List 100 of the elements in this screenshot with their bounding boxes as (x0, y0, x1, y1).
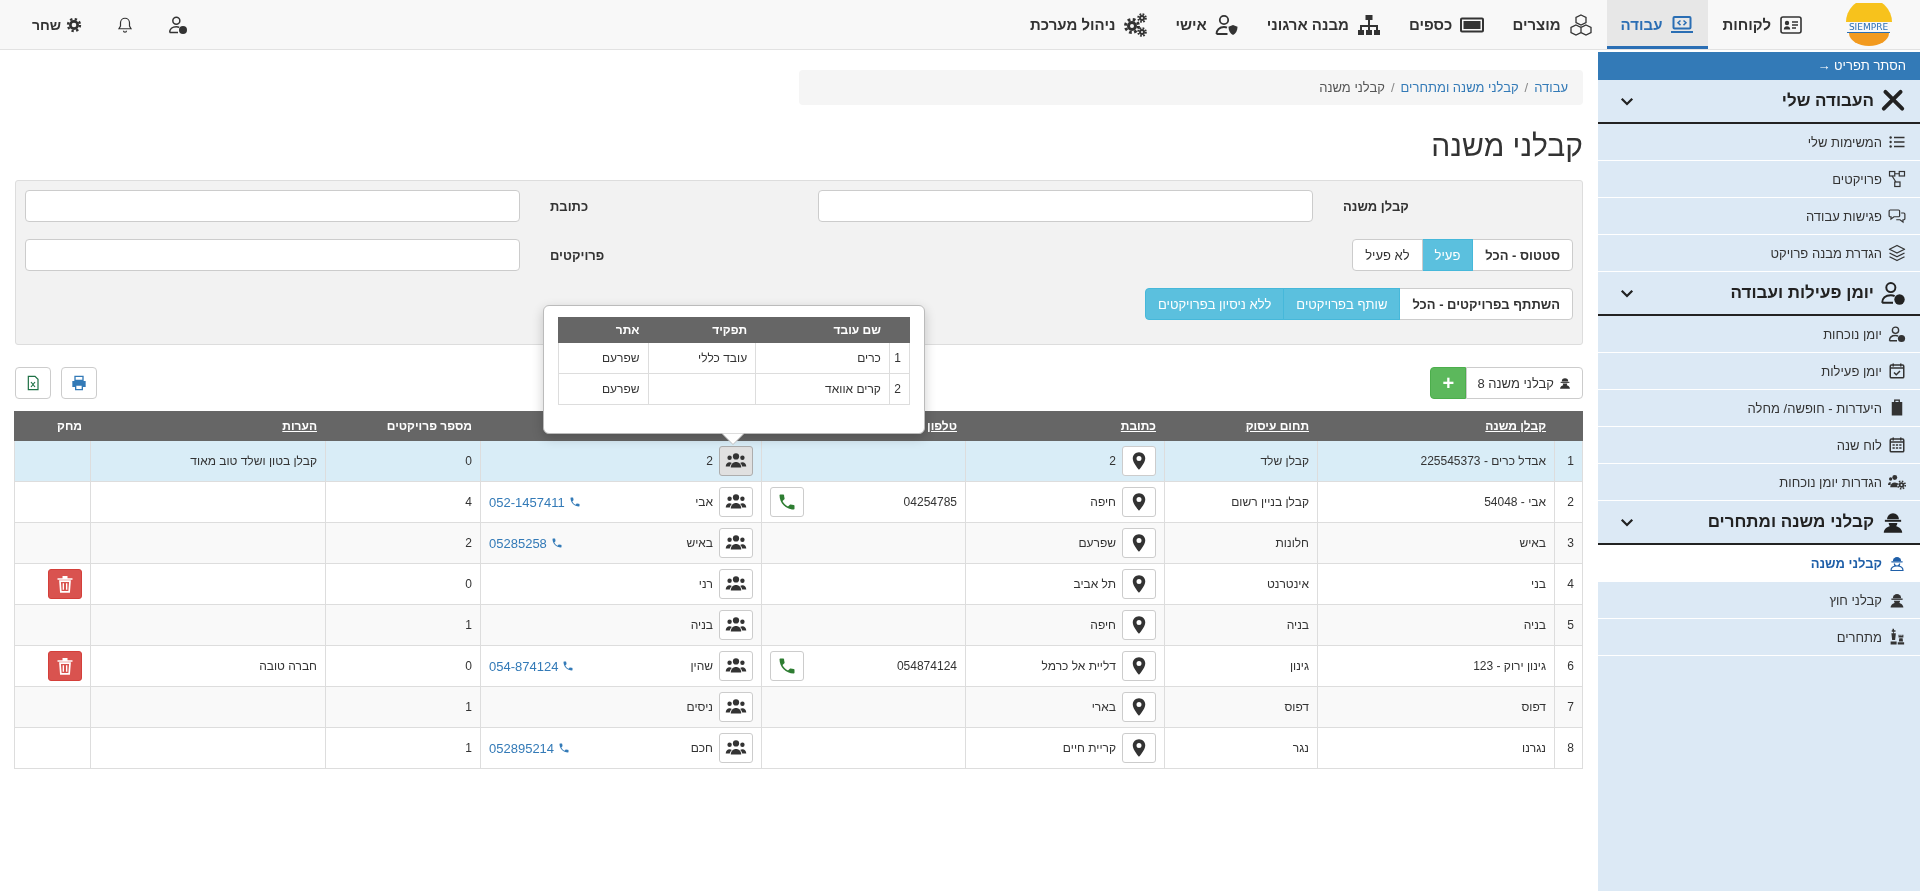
table-cell: בניה (1164, 604, 1318, 646)
table-cell: 2 (325, 522, 481, 564)
column-header: מחק (14, 411, 91, 441)
contacts-button[interactable] (719, 692, 753, 722)
phone-icon (568, 496, 581, 508)
menu-item[interactable]: הגדרות יומן נוכחות (1598, 464, 1920, 501)
menu-item[interactable]: קבלני משנה (1598, 545, 1920, 582)
sort-link[interactable]: טלפון (927, 419, 957, 433)
menu-item[interactable]: יומן פעילות (1598, 353, 1920, 390)
nav-tab[interactable]: אישי (1161, 0, 1253, 49)
menu-item[interactable]: היעדרות - חופשה/ מחלה (1598, 390, 1920, 427)
table-cell: בניה (1317, 604, 1555, 646)
menu-group-header[interactable]: יומן פעילות ועבודה (1598, 272, 1920, 316)
phone-number: 04254785 (903, 495, 957, 509)
table-cell: אבי - 54048 (1317, 481, 1555, 523)
mobile-link[interactable]: 054-874124 (489, 658, 575, 674)
contact-name: אבי (695, 495, 713, 509)
menu-item[interactable]: מתחרים (1598, 619, 1920, 656)
mobile-link[interactable]: 05285258 (489, 535, 563, 551)
map-button[interactable] (1122, 487, 1156, 517)
map-button[interactable] (1122, 610, 1156, 640)
hide-menu-link[interactable]: הסתר תפריט → (1598, 52, 1920, 80)
phone-icon (558, 742, 571, 754)
menu-item[interactable]: יומן נוכחות (1598, 316, 1920, 353)
user-menu[interactable]: שחר (18, 0, 97, 49)
map-button[interactable] (1122, 528, 1156, 558)
sort-link[interactable]: הערות (282, 419, 317, 433)
record-count: קבלני משנה 8 (1477, 375, 1554, 391)
filter-toggle-button[interactable]: לא פעיל (1352, 239, 1423, 271)
contacts-button[interactable] (719, 487, 753, 517)
gears-icon (1123, 12, 1148, 37)
menu-item[interactable]: הגדרת מבנה פרויקט (1598, 235, 1920, 272)
map-button[interactable] (1122, 569, 1156, 599)
map-button[interactable] (1122, 733, 1156, 763)
table-cell: קבלן שלד (1164, 440, 1318, 482)
filter-all-button[interactable]: השתתף בפרויקטים - הכל (1399, 288, 1573, 320)
nav-tab[interactable]: ניהול מערכת (1016, 0, 1162, 49)
breadcrumb-link[interactable]: קבלני משנה ומתחרים (1400, 80, 1519, 95)
table-cell: 4 (325, 481, 481, 523)
table-cell: קבלן בטון ושלד טוב מאוד (90, 440, 326, 482)
contacts-button[interactable] (719, 610, 753, 640)
nav-tab[interactable]: עבודה (1606, 0, 1709, 49)
table-cell: 1 (1554, 440, 1583, 482)
phone-icon (550, 537, 563, 549)
contacts-button[interactable] (719, 569, 753, 599)
column-header: תפקיד (648, 317, 756, 343)
delete-button[interactable] (48, 651, 82, 681)
menu-item[interactable]: קבלני חוץ (1598, 582, 1920, 619)
contacts-button[interactable] (719, 651, 753, 681)
user-shield-icon (1214, 12, 1239, 37)
nav-tab[interactable]: לקוחות (1708, 0, 1817, 49)
map-button[interactable] (1122, 446, 1156, 476)
mobile-link[interactable]: 052895214 (489, 740, 571, 756)
page-title: קבלני משנה (1430, 128, 1583, 164)
mobile-link[interactable]: 052-1457411 (489, 494, 581, 510)
bell-icon (116, 15, 135, 34)
list-icon (1888, 133, 1906, 151)
nav-tab[interactable]: כספים (1394, 0, 1499, 49)
table-cell: 3 (1554, 522, 1583, 564)
worker-icon (1888, 554, 1906, 572)
call-button[interactable] (770, 651, 804, 681)
map-button[interactable] (1122, 692, 1156, 722)
contacts-button[interactable] (719, 446, 753, 476)
contact-name: בניה (690, 618, 713, 632)
contacts-button[interactable] (719, 733, 753, 763)
menu-item[interactable]: פגישות עבודה (1598, 198, 1920, 235)
text-input[interactable] (25, 239, 520, 271)
table-cell: 8 (1554, 727, 1583, 769)
map-button[interactable] (1122, 651, 1156, 681)
table-cell: 6 (1554, 645, 1583, 687)
nav-tab[interactable]: מבנה ארגוני (1252, 0, 1395, 49)
text-input[interactable] (25, 190, 520, 222)
table-cell: דפוס (1317, 686, 1555, 728)
table-cell: 0 (325, 645, 481, 687)
print-button[interactable] (61, 367, 97, 399)
menu-item[interactable]: המשימות שלי (1598, 124, 1920, 161)
table-cell: קרים אוואד (755, 373, 890, 405)
user-clock-icon (1880, 280, 1906, 306)
text-input[interactable] (818, 190, 1313, 222)
menu-item[interactable]: פרויקטים (1598, 161, 1920, 198)
delete-button[interactable] (48, 569, 82, 599)
sort-link[interactable]: כתובת (1120, 419, 1156, 433)
menu-group-header[interactable]: העבודה שלי (1598, 80, 1920, 124)
menu-item[interactable]: לוח שנה (1598, 427, 1920, 464)
worker-icon (1558, 376, 1572, 390)
breadcrumb-link[interactable]: עבודה (1534, 80, 1568, 95)
call-button[interactable] (770, 487, 804, 517)
field-label: כתובת (549, 198, 589, 214)
org-chart-icon (1356, 12, 1381, 37)
table-cell: אינטרנט (1164, 563, 1318, 605)
sort-link[interactable]: תחום עיסוק (1245, 419, 1309, 433)
nav-tab[interactable]: מוצרים (1498, 0, 1607, 49)
sort-link[interactable]: קבלן משנה (1485, 419, 1546, 433)
table-cell: דפוס (1164, 686, 1318, 728)
address-text: שפרעם (1078, 536, 1116, 550)
contacts-button[interactable] (719, 528, 753, 558)
user-clock-icon (1888, 325, 1906, 343)
table-cell: 1 (889, 342, 910, 374)
export-excel-button[interactable] (15, 367, 51, 399)
filter-all-button[interactable]: סטטוס - הכל (1472, 239, 1573, 271)
